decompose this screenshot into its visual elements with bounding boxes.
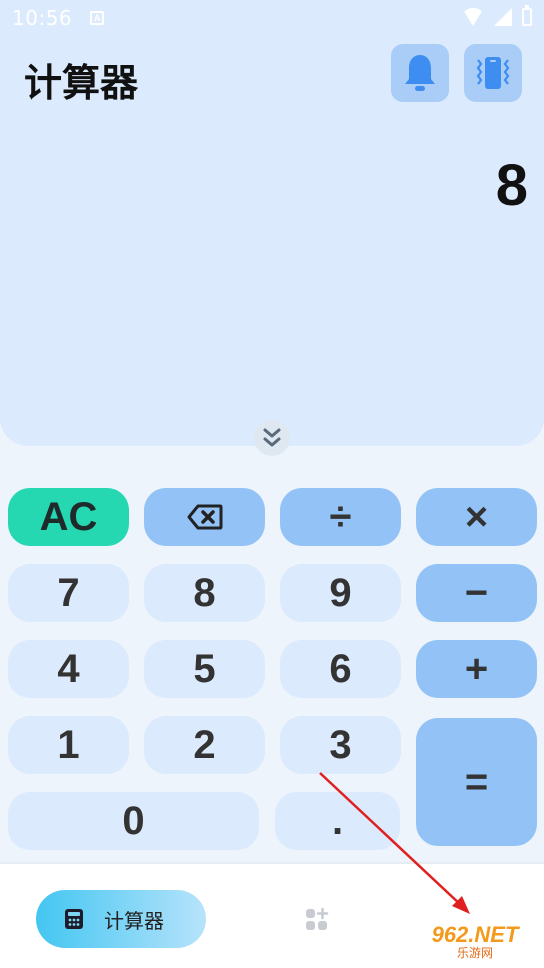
watermark-sub: 乐游网 [456,946,493,960]
decimal-button[interactable]: . [275,792,400,850]
equals-button[interactable]: = [416,718,537,846]
wifi-icon [462,8,484,26]
a-box-icon: A [90,11,105,25]
status-time: 10:56 [12,6,73,30]
multiply-label: × [464,494,489,539]
minus-label: − [464,570,489,615]
key-9[interactable]: 9 [280,564,401,622]
key-7-label: 7 [57,570,80,615]
key-1-label: 1 [57,722,80,767]
key-0-label: 0 [122,798,145,843]
key-6[interactable]: 6 [280,640,401,698]
nav-tools-tab[interactable] [303,906,331,934]
key-5-label: 5 [193,646,216,691]
plus-label: + [464,646,489,691]
key-4[interactable]: 4 [8,640,129,698]
key-3[interactable]: 3 [280,716,401,774]
key-8-label: 8 [193,570,216,615]
key-7[interactable]: 7 [8,564,129,622]
status-bar: 10:56 A [0,0,544,36]
divide-label: ÷ [329,494,352,539]
key-0[interactable]: 0 [8,792,259,850]
watermark-logo: 962.NET 乐游网 [408,920,542,964]
ac-button[interactable]: AC [8,488,129,546]
key-2-label: 2 [193,722,216,767]
key-3-label: 3 [329,722,352,767]
vibrate-icon [476,57,510,89]
key-8[interactable]: 8 [144,564,265,622]
double-chevron-down-icon [263,428,281,447]
plus-button[interactable]: + [416,640,537,698]
display-value: 8 [495,153,528,218]
nav-calculator-tab[interactable]: 计算器 [36,890,206,948]
key-4-label: 4 [57,646,80,691]
key-5[interactable]: 5 [144,640,265,698]
watermark-main: 962.NET [431,922,519,947]
multiply-button[interactable]: × [416,488,537,546]
collapse-button[interactable] [254,420,290,456]
status-icons [462,5,532,26]
equals-label: = [464,759,489,804]
ac-label: AC [39,494,98,539]
divide-button[interactable]: ÷ [280,488,401,546]
bell-button[interactable] [391,44,449,102]
grid-plus-icon [306,907,329,930]
page-title: 计算器 [24,61,139,105]
key-6-label: 6 [329,646,352,691]
minus-button[interactable]: − [416,564,537,622]
key-9-label: 9 [329,570,352,615]
bell-icon [405,55,435,91]
signal-icon [494,8,512,26]
display-panel: 计算器 8 [0,36,544,446]
key-2[interactable]: 2 [144,716,265,774]
vibrate-button[interactable] [464,44,522,102]
backspace-button[interactable] [144,488,265,546]
backspace-icon [187,504,222,530]
key-1[interactable]: 1 [8,716,129,774]
decimal-label: . [331,798,344,843]
battery-icon [522,5,532,26]
nav-calculator-label: 计算器 [104,908,164,933]
calculator-icon [65,909,83,929]
